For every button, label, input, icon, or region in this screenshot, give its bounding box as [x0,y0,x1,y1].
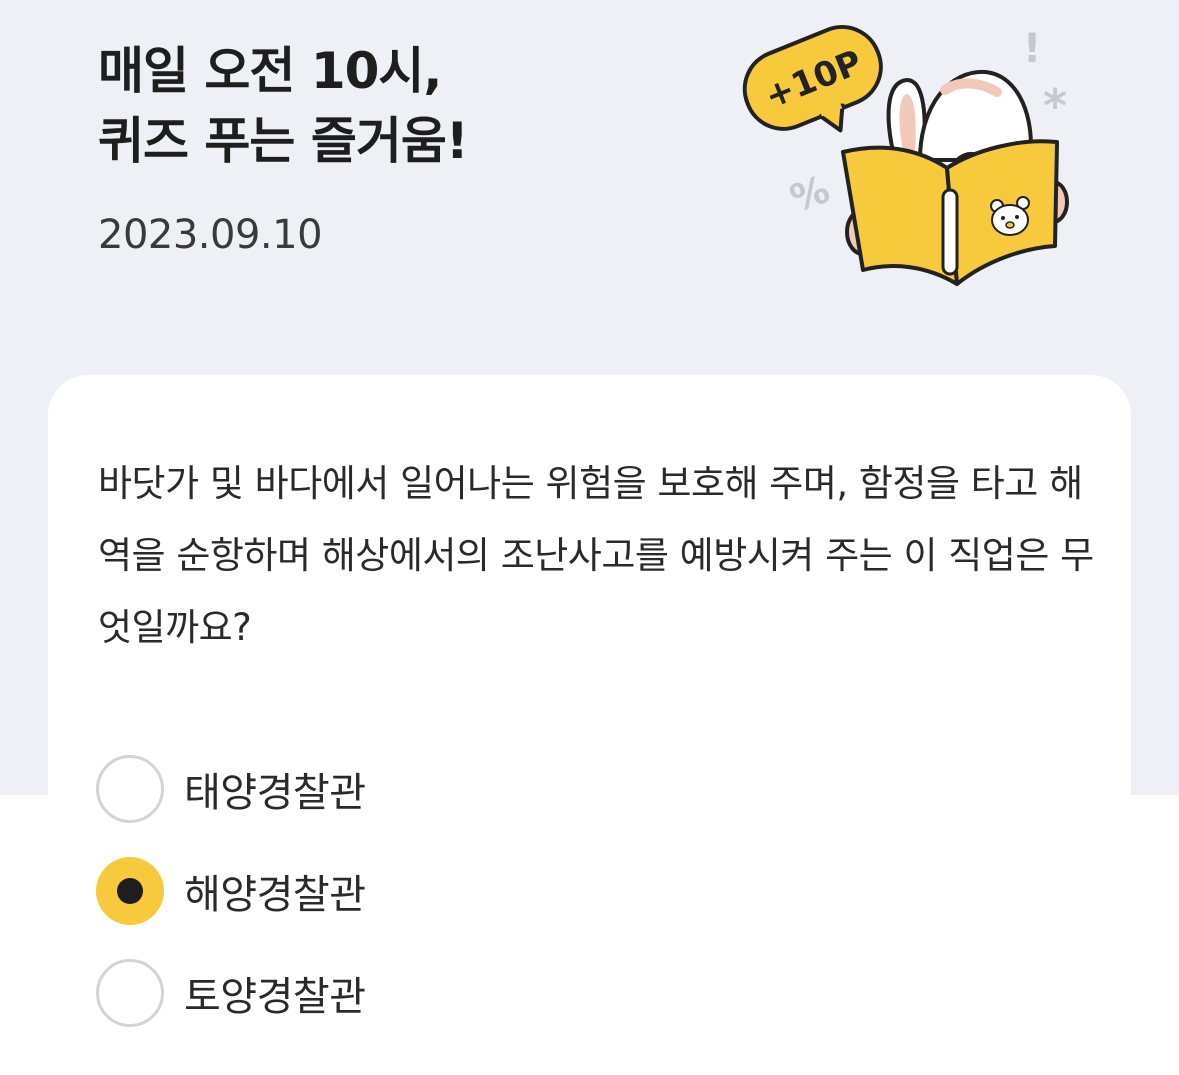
option-label: 해양경찰관 [184,872,366,918]
radio-button-selected[interactable] [96,857,164,925]
option-3[interactable]: 토양경찰관 [96,957,796,1029]
page-title: 매일 오전 10시, 퀴즈 푸는 즐거움! [98,36,469,176]
asterisk-decor: * [1043,79,1067,133]
title-line-1: 매일 오전 10시, [98,42,442,100]
radio-dot-icon [117,878,143,904]
points-badge: +10P [742,25,883,133]
exclamation-decor: ! [1023,26,1041,72]
option-label: 태양경찰관 [184,770,366,816]
quiz-question: 바닷가 및 바다에서 일어나는 위험을 보호해 주며, 함정을 타고 해역을 순… [98,462,1094,649]
percent-decor: % [784,167,835,221]
option-1[interactable]: 태양경찰관 [96,753,796,825]
option-label: 토양경찰관 [184,974,366,1020]
rabbit-reading-book-icon: ! * % +10P [742,25,1069,286]
radio-button[interactable] [96,755,164,823]
option-2[interactable]: 해양경찰관 [96,855,796,927]
radio-button[interactable] [96,959,164,1027]
title-line-2: 퀴즈 푸는 즐거움! [98,112,469,170]
quiz-date: 2023.09.10 [98,212,323,258]
